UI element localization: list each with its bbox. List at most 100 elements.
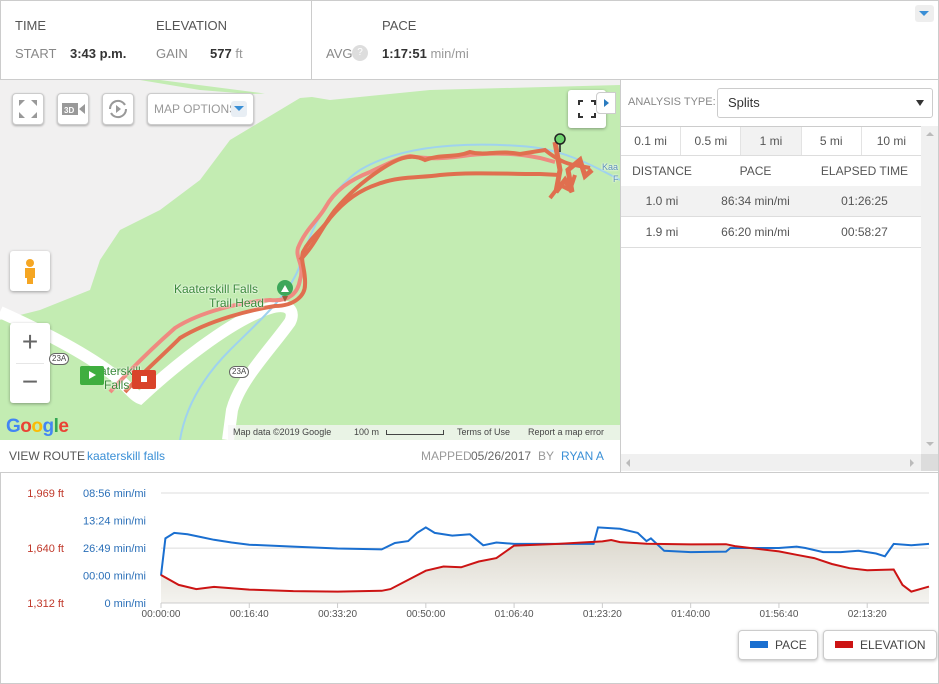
scrollbar-corner bbox=[921, 454, 938, 471]
route-info-bar: VIEW ROUTE kaaterskill falls MAPPED 05/2… bbox=[0, 440, 620, 473]
panel-toggle-button[interactable] bbox=[596, 92, 616, 114]
route-map[interactable]: 3D MAP OPTIONS + − Kaaterskill Falls Tra… bbox=[0, 80, 620, 440]
pace-tick-label: 13:24 min/mi bbox=[83, 516, 146, 528]
3d-view-button[interactable]: 3D bbox=[57, 93, 89, 125]
pegman-icon bbox=[25, 259, 35, 284]
cell-distance: 1.9 mi bbox=[645, 225, 679, 239]
trailhead-label: Kaaterskill Falls bbox=[174, 282, 259, 296]
terms-link[interactable]: Terms of Use bbox=[457, 425, 510, 440]
analysis-panel: ANALYSIS TYPE: Splits 0.1 mi 0.5 mi 1 mi… bbox=[620, 80, 939, 473]
elevation-pace-chart: 00:00:00 00:16:40 00:33:20 00:50:00 01:06:40… bbox=[0, 473, 939, 684]
summary-divider bbox=[311, 1, 312, 80]
elevation-tick-label: 1,312 ft bbox=[27, 598, 64, 610]
tab-1-mi[interactable]: 1 mi bbox=[741, 127, 802, 155]
time-heading: TIME bbox=[15, 18, 47, 33]
pace-tick-label: 0 min/mi bbox=[104, 598, 146, 610]
table-row[interactable]: 1.9 mi 66:20 min/mi 00:58:27 bbox=[621, 217, 921, 248]
chart-svg[interactable]: 00:00:00 00:16:40 00:33:20 00:50:00 01:06:40… bbox=[1, 473, 939, 623]
help-icon[interactable]: ? bbox=[352, 45, 368, 61]
scroll-down-icon[interactable] bbox=[926, 442, 934, 446]
map-attribution: Map data ©2019 Google 100 m Terms of Use… bbox=[228, 425, 620, 440]
legend-elevation-toggle[interactable]: ELEVATION bbox=[823, 630, 937, 660]
x-tick-label: 02:13:20 bbox=[848, 609, 887, 620]
elevation-swatch bbox=[835, 641, 853, 648]
pace-heading: PACE bbox=[382, 18, 417, 33]
start-marker[interactable] bbox=[80, 366, 104, 385]
x-tick-label: 00:16:40 bbox=[230, 609, 269, 620]
stop-icon bbox=[141, 376, 147, 382]
falls-label-2: Falls bbox=[104, 378, 130, 392]
zoom-out-button[interactable]: − bbox=[10, 363, 50, 403]
chevron-right-icon bbox=[604, 99, 609, 107]
tab-5-mi[interactable]: 5 mi bbox=[802, 127, 862, 155]
google-logo: Google bbox=[6, 416, 69, 437]
avg-pace-unit: min/mi bbox=[430, 46, 469, 61]
end-marker[interactable] bbox=[132, 370, 156, 389]
tab-0-1-mi[interactable]: 0.1 mi bbox=[621, 127, 682, 155]
legend-pace-label: PACE bbox=[775, 638, 807, 652]
col-elapsed-time: ELAPSED TIME bbox=[820, 164, 909, 178]
tab-0-5-mi[interactable]: 0.5 mi bbox=[681, 127, 742, 155]
map-canvas bbox=[0, 80, 620, 440]
x-tick-label: 01:40:00 bbox=[671, 609, 710, 620]
gain-value: 577 ft bbox=[210, 46, 243, 61]
start-label: START bbox=[15, 46, 57, 61]
zoom-in-button[interactable]: + bbox=[10, 323, 50, 363]
horizontal-scrollbar[interactable] bbox=[621, 454, 921, 471]
dropdown-arrow-icon bbox=[916, 100, 924, 106]
summary-bar: TIME START 3:43 p.m. ELEVATION GAIN 577 … bbox=[0, 0, 939, 80]
play-icon bbox=[88, 371, 96, 379]
x-tick-label: 01:06:40 bbox=[495, 609, 534, 620]
view-route-label: VIEW ROUTE bbox=[9, 449, 86, 463]
edge-label: Kaa bbox=[602, 162, 619, 172]
x-tick-label: 01:23:20 bbox=[583, 609, 622, 620]
map-data-credit: Map data ©2019 Google bbox=[233, 427, 332, 437]
pace-tick-label: 08:56 min/mi bbox=[83, 488, 146, 500]
collapse-summary-button[interactable] bbox=[915, 5, 934, 22]
report-error-link[interactable]: Report a map error bbox=[528, 425, 604, 440]
analysis-type-select[interactable]: Splits bbox=[717, 88, 933, 118]
col-pace: PACE bbox=[739, 164, 772, 178]
route-name-link[interactable]: kaaterskill falls bbox=[87, 440, 165, 473]
cell-pace: 66:20 min/mi bbox=[721, 225, 790, 239]
replay-icon bbox=[108, 99, 128, 119]
cell-elapsed: 01:26:25 bbox=[841, 194, 888, 208]
col-distance: DISTANCE bbox=[632, 164, 692, 178]
analysis-type-value: Splits bbox=[728, 95, 760, 110]
elevation-tick-label: 1,969 ft bbox=[27, 488, 64, 500]
cell-pace: 86:34 min/mi bbox=[721, 194, 790, 208]
cell-distance: 1.0 mi bbox=[645, 194, 679, 208]
scroll-left-icon[interactable] bbox=[626, 459, 630, 467]
gain-label: GAIN bbox=[156, 46, 188, 61]
x-tick-label: 00:33:20 bbox=[318, 609, 357, 620]
map-options-dropdown[interactable]: MAP OPTIONS bbox=[147, 93, 254, 125]
scroll-up-icon[interactable] bbox=[926, 132, 934, 136]
scale-bar bbox=[386, 430, 444, 435]
street-view-pegman[interactable] bbox=[10, 251, 50, 291]
tab-10-mi[interactable]: 10 mi bbox=[862, 127, 921, 155]
chevron-down-icon bbox=[919, 11, 929, 16]
svg-text:3D: 3D bbox=[64, 106, 74, 115]
scale-label: 100 m bbox=[354, 427, 380, 437]
start-value: 3:43 p.m. bbox=[70, 46, 127, 61]
expand-icon bbox=[19, 100, 37, 118]
x-tick-label: 01:56:40 bbox=[759, 609, 798, 620]
map-options-label: MAP OPTIONS bbox=[154, 102, 238, 116]
vertical-scrollbar[interactable] bbox=[921, 126, 938, 454]
scroll-right-icon[interactable] bbox=[910, 459, 914, 467]
legend-elevation-label: ELEVATION bbox=[860, 638, 926, 652]
mapped-label: MAPPED bbox=[421, 449, 472, 463]
fullscreen-button[interactable] bbox=[12, 93, 44, 125]
by-label: BY bbox=[538, 449, 555, 463]
mapped-date: 05/26/2017 bbox=[471, 449, 532, 463]
highway-shield: 23A bbox=[229, 366, 250, 378]
pace-swatch bbox=[750, 641, 768, 648]
table-row[interactable]: 1.0 mi 86:34 min/mi 01:26:25 bbox=[621, 186, 921, 217]
legend-pace-toggle[interactable]: PACE bbox=[738, 630, 818, 660]
avg-pace-value: 1:17:51 min/mi bbox=[382, 46, 469, 61]
gain-unit: ft bbox=[235, 46, 243, 61]
author-link[interactable]: RYAN A bbox=[561, 440, 604, 473]
x-tick-label: 00:50:00 bbox=[406, 609, 445, 620]
replay-button[interactable] bbox=[102, 93, 134, 125]
zoom-control: + − bbox=[10, 323, 50, 403]
